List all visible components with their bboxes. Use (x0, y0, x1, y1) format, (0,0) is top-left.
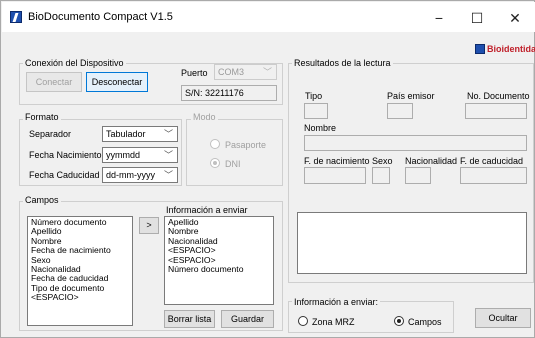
fields-group-label: Campos (23, 195, 61, 205)
port-value: COM3 (218, 67, 245, 77)
chevron-down-icon: ﹀ (163, 170, 173, 180)
birth-date-result-field (304, 167, 366, 184)
nationality-field (405, 167, 431, 184)
list-item[interactable]: <ESPACIO> (31, 292, 129, 302)
passport-radio[interactable] (210, 139, 220, 149)
separator-label: Separador (29, 129, 72, 139)
bioidentidad-logo: Bioidentidad (487, 44, 535, 54)
close-button[interactable]: ✕ (496, 3, 534, 33)
issuing-country-field (387, 103, 413, 119)
mrz-zone-label: Zona MRZ (312, 317, 355, 327)
document-number-label: No. Documento (467, 91, 530, 101)
list-item[interactable]: Número documento (168, 264, 270, 274)
app-icon (10, 11, 22, 23)
separator-value: Tabulador (106, 129, 146, 139)
sex-label: Sexo (372, 156, 393, 166)
fields-radio-label: Campos (408, 317, 442, 327)
birth-date-value: yymmdd (106, 150, 141, 160)
sex-field (372, 167, 390, 184)
birth-date-result-label: F. de nacimiento (304, 156, 370, 166)
expiry-date-value: dd-mm-yyyy (106, 170, 155, 180)
port-label: Puerto (181, 68, 208, 78)
dni-radio[interactable] (210, 158, 220, 168)
nationality-label: Nacionalidad (405, 156, 458, 166)
birth-date-select[interactable]: yymmdd ﹀ (102, 147, 178, 163)
connection-group-label: Conexión del Dispositivo (23, 58, 126, 68)
document-number-field (465, 103, 527, 119)
available-fields-list[interactable]: Número documento Apellido Nombre Fecha d… (27, 216, 133, 326)
document-type-label: Tipo (305, 91, 323, 101)
clear-list-button[interactable]: Borrar lista (164, 310, 215, 328)
send-mode-group-label: Información a enviar: (292, 297, 381, 307)
mode-group (186, 119, 283, 186)
title-bar[interactable]: BioDocumento Compact V1.5 − ☐ ✕ (2, 2, 535, 32)
chevron-down-icon: ﹀ (163, 150, 173, 160)
port-select[interactable]: COM3 ﹀ (214, 64, 277, 80)
mode-group-label: Modo (191, 112, 218, 122)
disconnect-button[interactable]: Desconectar (86, 72, 148, 92)
send-info-label: Información a enviar (166, 205, 248, 215)
mrz-output-box[interactable] (297, 212, 527, 274)
fields-radio[interactable] (394, 316, 404, 326)
hide-button[interactable]: Ocultar (475, 308, 531, 328)
birth-date-label: Fecha Nacimiento (29, 150, 102, 160)
expiry-date-select[interactable]: dd-mm-yyyy ﹀ (102, 167, 178, 183)
document-type-field (304, 103, 328, 119)
window-title: BioDocumento Compact V1.5 (28, 11, 173, 23)
passport-label: Pasaporte (225, 140, 267, 150)
maximize-button[interactable]: ☐ (458, 3, 496, 33)
move-field-button[interactable]: > (139, 217, 159, 234)
chevron-down-icon: ﹀ (163, 129, 173, 139)
mrz-zone-radio[interactable] (298, 316, 308, 326)
connect-button[interactable]: Conectar (26, 72, 82, 92)
selected-fields-list[interactable]: Apellido Nombre Nacionalidad <ESPACIO> <… (164, 216, 274, 305)
name-field (304, 135, 527, 151)
issuing-country-label: País emisor (387, 91, 435, 101)
bioidentidad-logo-icon (475, 44, 485, 54)
main-window: BioDocumento Compact V1.5 − ☐ ✕ Conexión… (0, 0, 535, 338)
name-label: Nombre (304, 123, 337, 133)
minimize-button[interactable]: − (420, 3, 458, 33)
expiry-date-label: Fecha Caducidad (29, 170, 100, 180)
separator-select[interactable]: Tabulador ﹀ (102, 126, 178, 142)
chevron-down-icon: ﹀ (262, 67, 272, 77)
save-button[interactable]: Guardar (221, 310, 274, 328)
results-group-label: Resultados de la lectura (292, 58, 393, 68)
format-group-label: Formato (23, 112, 61, 122)
expiry-date-result-label: F. de caducidad (460, 156, 524, 166)
expiry-date-result-field (460, 167, 527, 184)
dni-label: DNI (225, 159, 241, 169)
serial-number-field: S/N: 32211176 (181, 85, 277, 101)
